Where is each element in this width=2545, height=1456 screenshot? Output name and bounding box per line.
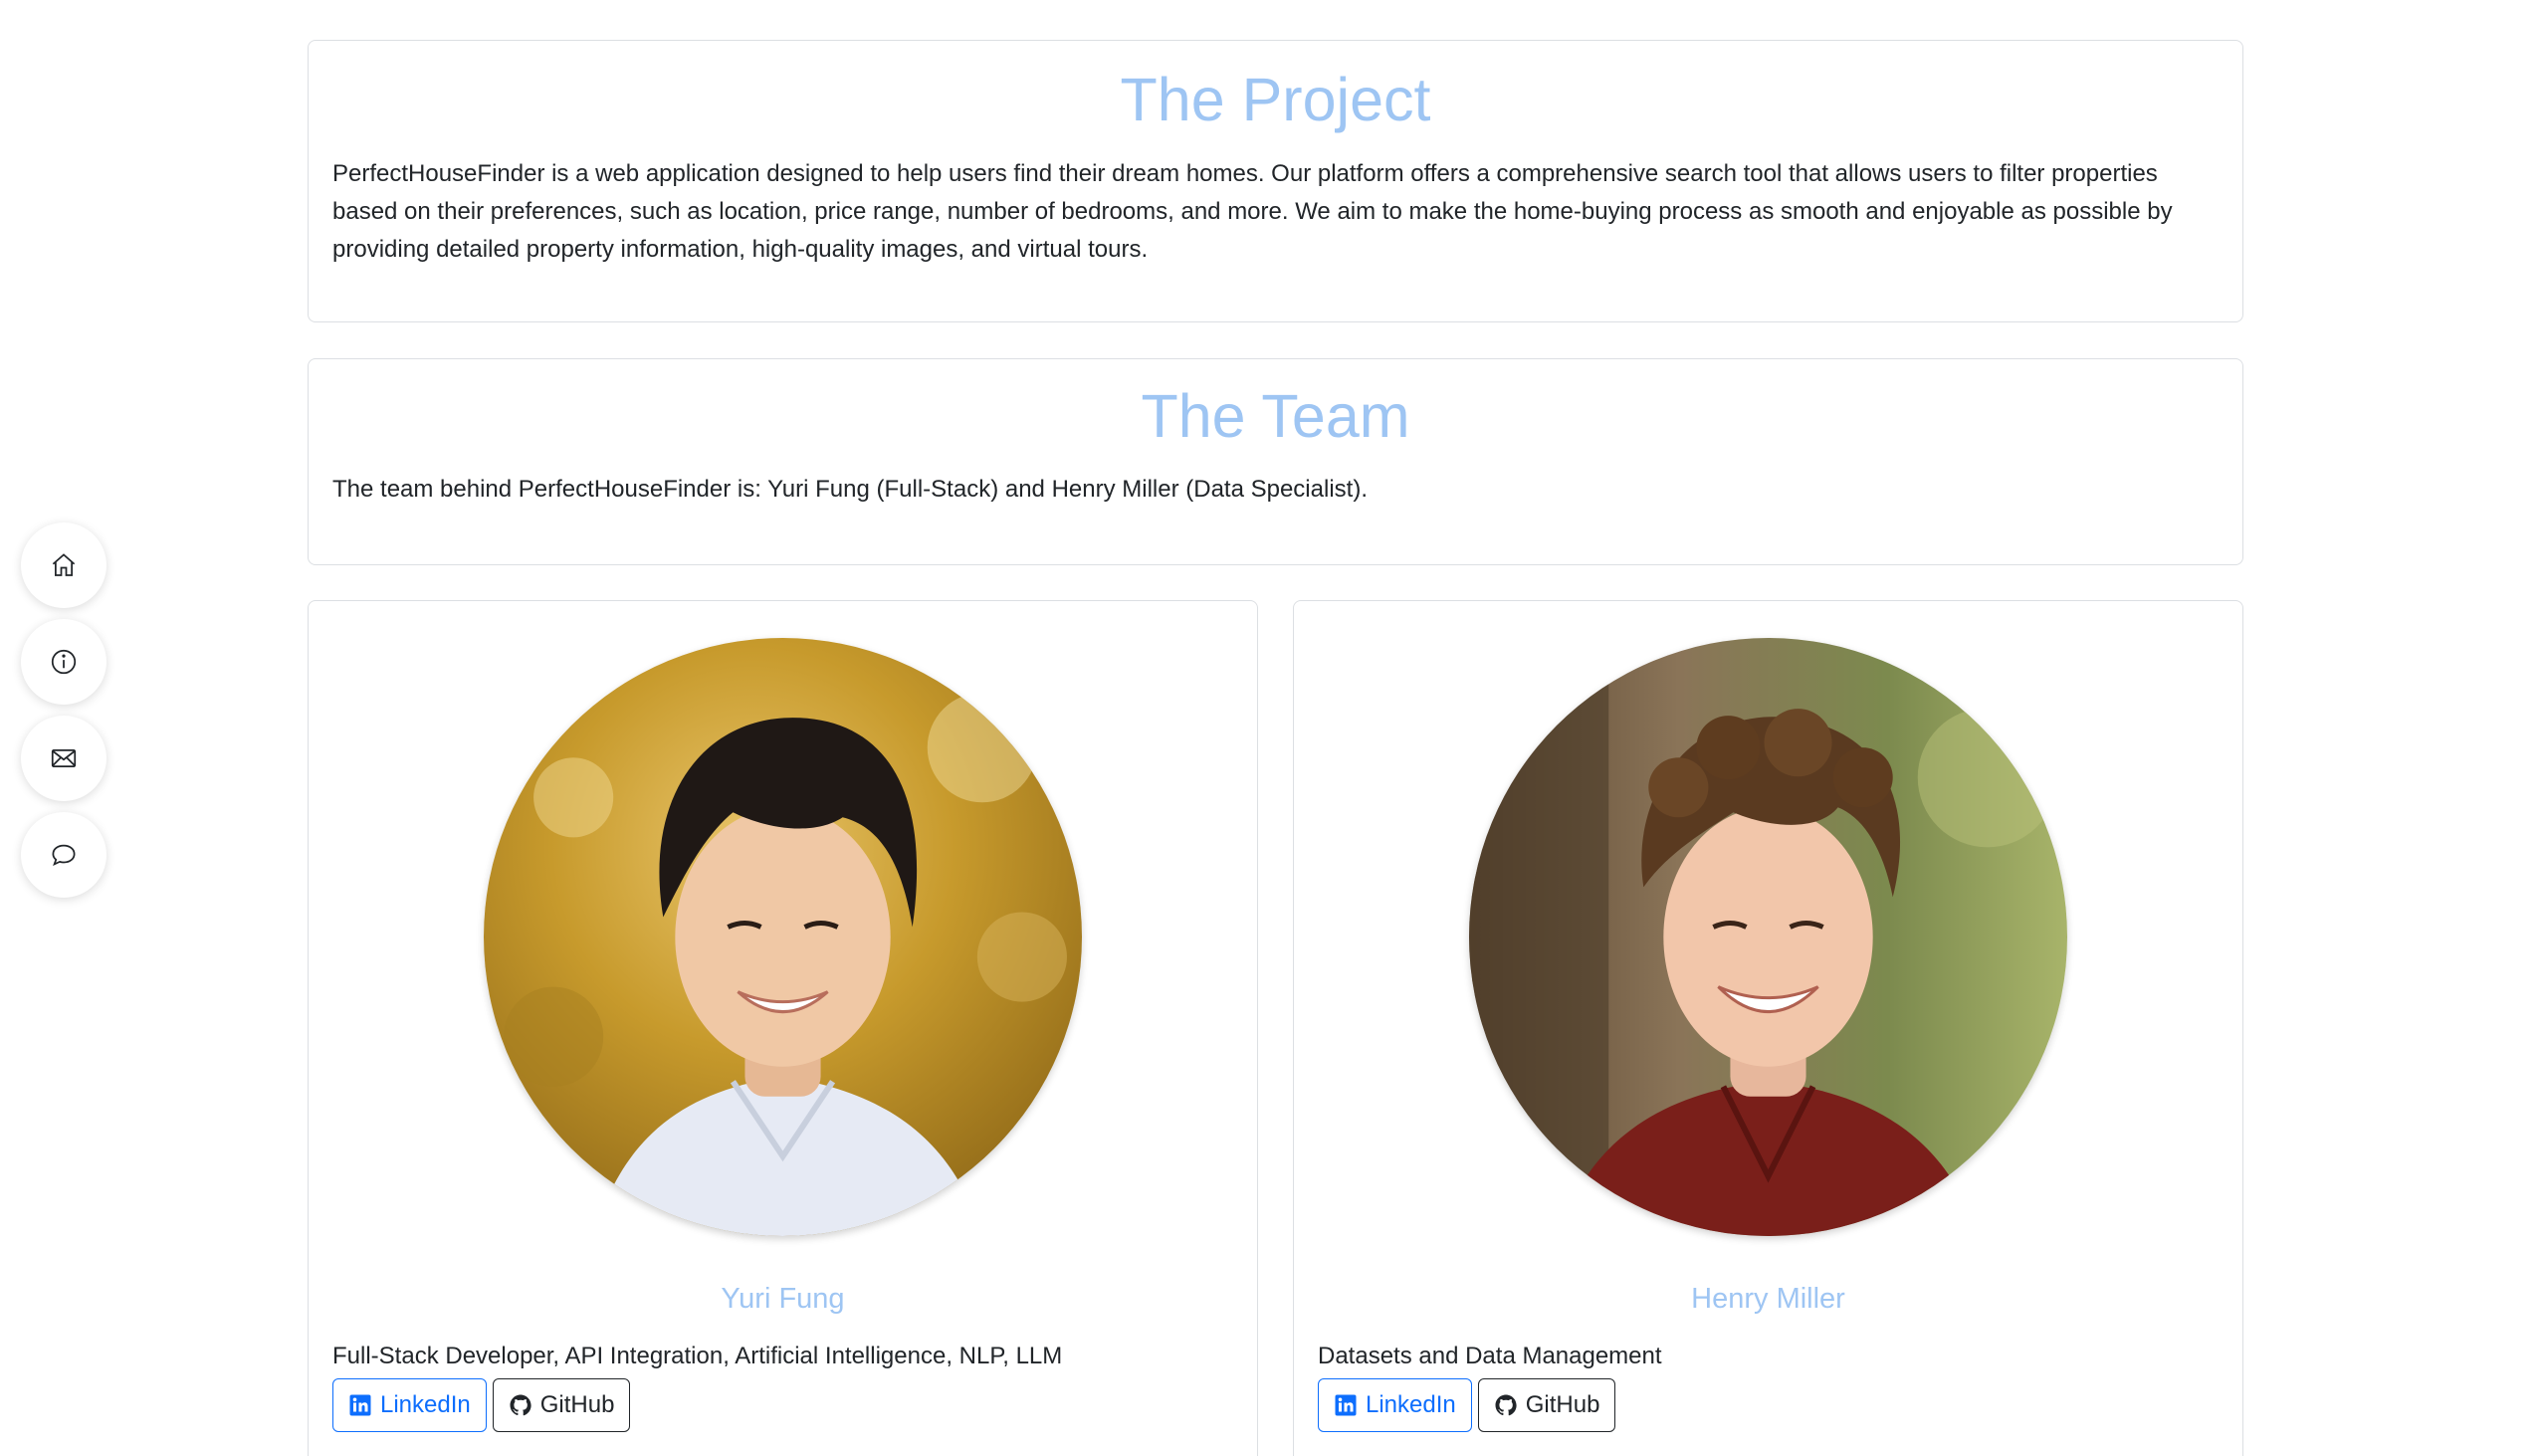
linkedin-icon [1335,1394,1357,1416]
linkedin-label: LinkedIn [380,1391,471,1418]
chat-icon [52,844,76,867]
github-icon [1495,1394,1517,1416]
member-links: LinkedIn GitHub [1318,1378,1616,1432]
member-role: Datasets and Data Management [1318,1343,1662,1369]
team-card: The Team The team behind PerfectHouseFin… [308,358,2243,565]
linkedin-button[interactable]: LinkedIn [332,1378,487,1432]
project-description: PerfectHouseFinder is a web application … [332,160,2173,263]
avatar [1469,638,2067,1236]
linkedin-button[interactable]: LinkedIn [1318,1378,1472,1432]
member-role: Full-Stack Developer, API Integration, A… [332,1343,1063,1369]
info-icon [51,649,77,675]
member-name: Henry Miller [1691,1283,1845,1315]
github-button[interactable]: GitHub [492,1378,631,1432]
nav-home-button[interactable] [21,522,106,608]
nav-info-button[interactable] [21,619,106,705]
github-label: GitHub [1525,1391,1600,1418]
about-page: The Project PerfectHouseFinder is a web … [0,0,2545,1456]
member-card: Henry Miller Datasets and Data Managemen… [1293,600,2243,1456]
side-nav [21,522,106,898]
nav-contact-button[interactable] [21,716,106,801]
project-card: The Project PerfectHouseFinder is a web … [308,40,2243,322]
github-button[interactable]: GitHub [1477,1378,1616,1432]
avatar-photo [484,638,1082,1236]
member-card: Yuri Fung Full-Stack Developer, API Inte… [308,600,1258,1456]
nav-chat-button[interactable] [21,812,106,898]
project-title: The Project [1120,66,1431,133]
team-title: The Team [1141,382,1410,450]
team-description: The team behind PerfectHouseFinder is: Y… [332,476,1368,503]
avatar-photo [1469,638,2067,1236]
github-label: GitHub [539,1391,615,1418]
linkedin-label: LinkedIn [1366,1391,1456,1418]
avatar [484,638,1082,1236]
mail-icon [51,749,77,767]
github-icon [510,1394,531,1416]
member-links: LinkedIn GitHub [332,1378,631,1432]
member-name: Yuri Fung [721,1283,845,1315]
linkedin-icon [349,1394,371,1416]
home-icon [52,553,76,576]
